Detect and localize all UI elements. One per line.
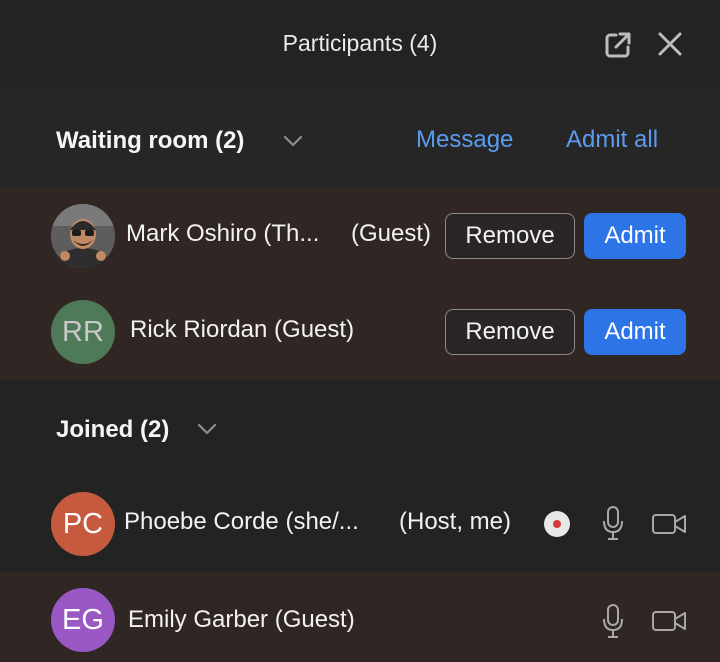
avatar: EG <box>51 588 115 652</box>
joined-section: Joined (2) PC Phoebe Corde (she/... (Hos… <box>0 380 720 572</box>
participant-name: Mark Oshiro (Th... <box>126 220 320 247</box>
panel-header: Participants (4) <box>0 0 720 88</box>
mic-icon[interactable] <box>602 506 624 540</box>
joined-participant-row: EG Emily Garber (Guest) <box>0 572 720 662</box>
waiting-room-header: Waiting room (2) Message Admit all <box>0 88 720 188</box>
admit-button[interactable]: Admit <box>584 309 686 355</box>
avatar: RR <box>51 300 115 364</box>
waiting-room-title: Waiting room (2) <box>56 127 245 154</box>
admit-button[interactable]: Admit <box>584 213 686 259</box>
participant-role: (Guest) <box>351 220 432 247</box>
remove-button[interactable]: Remove <box>445 213 575 259</box>
participant-name: Phoebe Corde (she/... <box>124 508 359 535</box>
video-camera-icon[interactable] <box>652 610 686 632</box>
close-icon[interactable] <box>656 30 684 58</box>
message-link[interactable]: Message <box>416 126 513 154</box>
chevron-down-icon[interactable] <box>197 422 217 436</box>
avatar: PC <box>51 492 115 556</box>
participant-name: Emily Garber (Guest) <box>128 606 355 633</box>
waiting-participant-row: Mark Oshiro (Th... (Guest) Remove Admit <box>0 188 720 284</box>
admit-all-link[interactable]: Admit all <box>566 126 658 154</box>
avatar <box>51 204 115 268</box>
joined-participant-row: PC Phoebe Corde (she/... (Host, me) <box>0 476 720 572</box>
chevron-down-icon[interactable] <box>283 134 303 148</box>
video-camera-icon[interactable] <box>652 513 686 535</box>
popout-icon[interactable] <box>603 30 633 60</box>
participant-name: Rick Riordan (Guest) <box>130 316 355 343</box>
remove-button[interactable]: Remove <box>445 309 575 355</box>
recording-icon <box>544 511 570 537</box>
avatar-photo <box>51 204 115 268</box>
joined-title: Joined (2) <box>56 416 170 443</box>
waiting-room-list: Mark Oshiro (Th... (Guest) Remove Admit … <box>0 188 720 380</box>
mic-icon[interactable] <box>602 604 624 638</box>
waiting-participant-row: RR Rick Riordan (Guest) Remove Admit <box>0 284 720 380</box>
participant-role: (Host, me) <box>399 508 512 535</box>
